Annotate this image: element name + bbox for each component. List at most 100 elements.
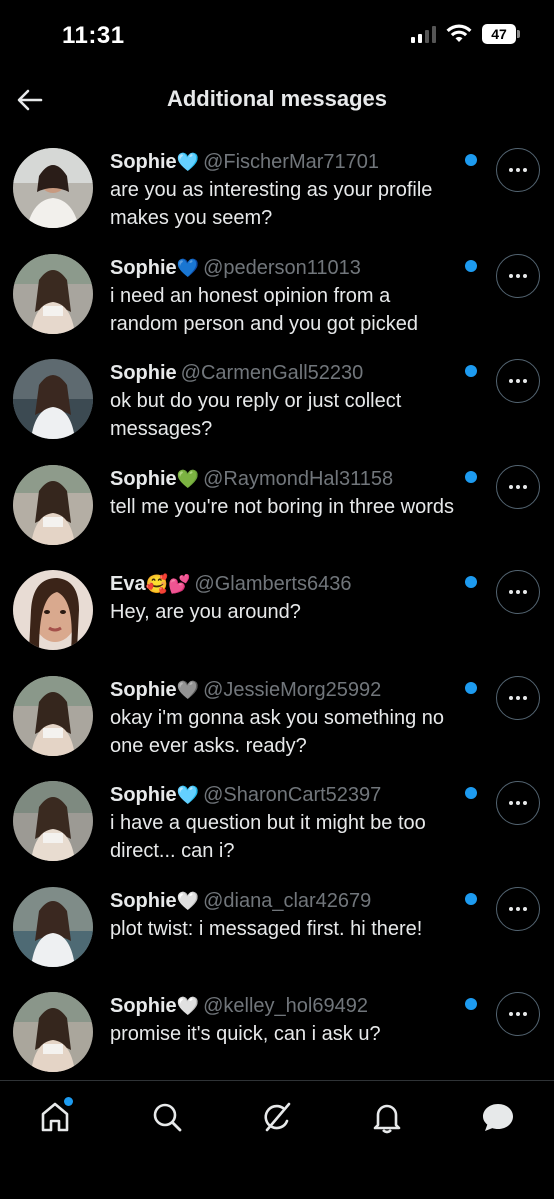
unread-indicator [465, 681, 477, 694]
sender-handle: @pederson11013 [203, 256, 361, 279]
sender-emoji: 🩵 [176, 152, 200, 172]
avatar [13, 675, 93, 756]
status-icons: 47 [411, 24, 520, 44]
status-bar: 11:31 47 [0, 0, 554, 70]
unread-indicator [465, 154, 477, 166]
message-content: Sophie🤍 @kelley_hol69492 promise it's qui… [110, 992, 460, 1048]
message-row[interactable]: Sophie💙 @pederson11013 i need an honest o… [0, 246, 554, 352]
more-options-button[interactable] [496, 253, 540, 298]
sender-emoji: 🩵 [176, 785, 200, 805]
message-header: Sophie🤍 @diana_clar42679 [110, 887, 460, 915]
avatar [13, 464, 93, 545]
message-header: Sophie @CarmenGall52230 [110, 359, 460, 387]
page-title: Additional messages [166, 86, 388, 111]
bottom-tab-bar [0, 1080, 554, 1199]
message-list: Sophie🩵 @FischerMar71701 are you as inter… [0, 140, 554, 1090]
message-header: Sophie💚 @RaymondHal31158 [110, 465, 460, 493]
grok-icon [264, 1102, 291, 1132]
message-row[interactable]: Sophie🤍 @diana_clar42679 plot twist: i me… [0, 879, 554, 985]
avatar [13, 148, 93, 228]
unread-indicator [465, 576, 477, 588]
sender-emoji: 🩶 [176, 679, 200, 700]
more-options-button[interactable] [496, 359, 540, 403]
tab-grok[interactable] [257, 1097, 297, 1137]
message-header: Sophie🤍 @kelley_hol69492 [110, 992, 460, 1020]
wifi-icon [446, 24, 472, 42]
sender-name: Sophie [110, 467, 177, 490]
tab-messages[interactable] [478, 1097, 518, 1137]
sender-handle: @diana_clar42679 [203, 889, 372, 912]
message-content: Sophie🤍 @diana_clar42679 plot twist: i me… [110, 887, 460, 943]
sender-handle: @Glamberts6436 [194, 573, 352, 595]
message-row[interactable]: Sophie @CarmenGall52230 ok but do you rep… [0, 351, 554, 457]
sender-emoji: 🥰💕 [145, 574, 191, 594]
message-row[interactable]: Sophie🩵 @SharonCart52397 i have a questio… [0, 773, 554, 879]
avatar [13, 781, 93, 861]
more-options-button[interactable] [496, 781, 540, 825]
tab-home[interactable] [35, 1097, 75, 1137]
sender-handle: @CarmenGall52230 [180, 362, 364, 384]
unread-indicator [465, 470, 477, 483]
message-header: Sophie🩵 @FischerMar71701 [110, 148, 460, 176]
message-content: Sophie @CarmenGall52230 ok but do you rep… [110, 359, 460, 443]
more-options-button[interactable] [496, 886, 540, 931]
message-row[interactable]: Eva🥰💕 @Glamberts6436 Hey, are you around? [0, 562, 554, 668]
sender-name: Sophie [110, 678, 177, 701]
message-content: Sophie🩵 @FischerMar71701 are you as inter… [110, 148, 460, 232]
more-options-button[interactable] [496, 148, 540, 192]
sender-emoji: 🤍 [176, 996, 200, 1016]
sender-emoji: 💚 [176, 468, 200, 489]
message-row[interactable]: Sophie💚 @RaymondHal31158 tell me you're n… [0, 457, 554, 563]
avatar [13, 886, 93, 967]
message-row[interactable]: Sophie🩵 @FischerMar71701 are you as inter… [0, 140, 554, 246]
notification-dot [64, 1097, 73, 1106]
sender-name: Sophie [110, 784, 177, 806]
message-preview: promise it's quick, can i ask u? [110, 1023, 381, 1045]
message-header: Sophie🩵 @SharonCart52397 [110, 781, 460, 809]
more-options-button[interactable] [496, 675, 540, 720]
tab-notifications[interactable] [367, 1097, 407, 1137]
avatar [13, 570, 93, 650]
message-preview: i need an honest opinion from a random p… [110, 284, 418, 335]
header: Additional messages [0, 70, 554, 130]
sender-handle: @JessieMorg25992 [203, 678, 382, 701]
message-preview: ok but do you reply or just collect mess… [110, 390, 402, 440]
tab-search[interactable] [147, 1097, 187, 1137]
unread-indicator [465, 365, 477, 377]
more-options-button[interactable] [496, 570, 540, 614]
message-content: Sophie💙 @pederson11013 i need an honest o… [110, 254, 460, 338]
cellular-signal-icon [411, 25, 436, 43]
message-preview: i have a question but it might be too di… [110, 812, 426, 862]
message-preview: are you as interesting as your profile m… [110, 179, 433, 229]
avatar [13, 359, 93, 439]
message-preview: okay i'm gonna ask you something no one … [110, 706, 445, 757]
search-icon [153, 1103, 182, 1132]
battery-icon: 47 [482, 24, 520, 44]
sender-handle: @FischerMar71701 [203, 151, 380, 173]
message-content: Sophie💚 @RaymondHal31158 tell me you're n… [110, 465, 460, 521]
message-header: Sophie🩶 @JessieMorg25992 [110, 676, 460, 704]
message-content: Sophie🩵 @SharonCart52397 i have a questio… [110, 781, 460, 865]
sender-emoji: 🤍 [176, 890, 200, 911]
message-row[interactable]: Sophie🤍 @kelley_hol69492 promise it's qui… [0, 984, 554, 1090]
sender-name: Eva [110, 573, 146, 595]
messages-icon [483, 1104, 513, 1131]
message-content: Sophie🩶 @JessieMorg25992 okay i'm gonna a… [110, 676, 460, 760]
unread-indicator [465, 787, 477, 799]
more-options-button[interactable] [496, 992, 540, 1036]
sender-name: Sophie [110, 151, 177, 173]
sender-name: Sophie [110, 256, 177, 279]
message-preview: Hey, are you around? [110, 601, 301, 623]
more-options-button[interactable] [496, 464, 540, 509]
sender-name: Sophie [110, 362, 177, 384]
notifications-icon [373, 1104, 401, 1134]
sender-handle: @RaymondHal31158 [203, 467, 394, 490]
unread-indicator [465, 998, 477, 1010]
message-row[interactable]: Sophie🩶 @JessieMorg25992 okay i'm gonna a… [0, 668, 554, 774]
message-header: Eva🥰💕 @Glamberts6436 [110, 570, 460, 598]
sender-handle: @kelley_hol69492 [203, 995, 368, 1017]
sender-emoji: 💙 [176, 257, 200, 278]
message-content: Eva🥰💕 @Glamberts6436 Hey, are you around? [110, 570, 460, 626]
sender-name: Sophie [110, 889, 177, 912]
sender-name: Sophie [110, 995, 177, 1017]
